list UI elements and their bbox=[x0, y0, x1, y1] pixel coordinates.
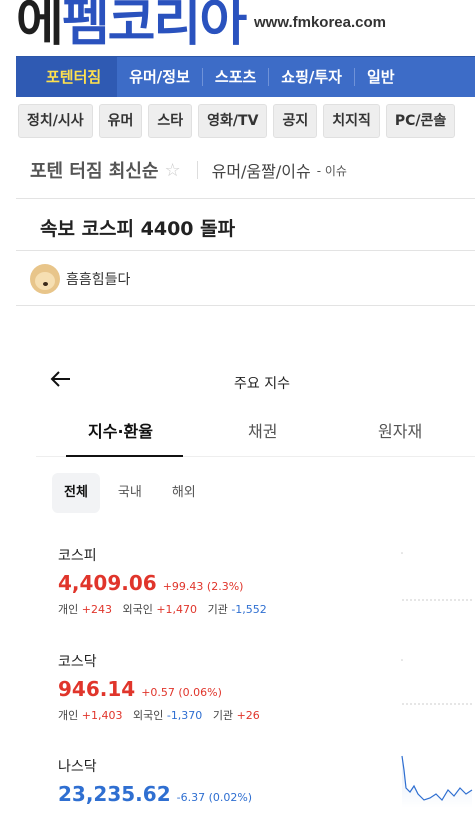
nav-item-shopping[interactable]: 쇼핑/투자 bbox=[269, 57, 354, 97]
index-name: 코스닥 bbox=[58, 654, 97, 670]
kosdaq-sparkline bbox=[401, 659, 473, 705]
logo-text-2: 펨코리아 bbox=[61, 0, 247, 53]
index-value-row: 4,409.06 +99.43 (2.3%) bbox=[58, 571, 458, 595]
subnav-notice[interactable]: 공지 bbox=[273, 104, 318, 138]
board-title[interactable]: 포텐 터짐 최신순 bbox=[30, 157, 158, 183]
site-header: 에펨코리아 www.fmkorea.com bbox=[0, 0, 475, 53]
author-name: 흠흠힘들다 bbox=[66, 272, 131, 288]
index-value: 23,235.62 bbox=[58, 782, 171, 806]
segment-overseas[interactable]: 해외 bbox=[160, 473, 208, 513]
index-change: +0.57 (0.06%) bbox=[141, 686, 222, 699]
investor-foreign: -1,370 bbox=[166, 709, 203, 722]
index-change: -6.37 (0.02%) bbox=[176, 791, 253, 804]
index-value-row: 23,235.62 -6.37 (0.02%) bbox=[58, 782, 458, 806]
investor-foreign: +1,470 bbox=[156, 603, 198, 616]
index-item-kosdaq[interactable]: 코스닥 946.14 +0.57 (0.06%) 개인 +1,403 외국인 -… bbox=[58, 651, 458, 723]
investor-label: 기관 bbox=[207, 603, 228, 616]
divider bbox=[16, 305, 475, 306]
investor-individual: +243 bbox=[81, 603, 112, 616]
subnav-movie-tv[interactable]: 영화/TV bbox=[198, 104, 268, 138]
index-name: 나스닥 bbox=[58, 759, 97, 775]
tab-bonds[interactable]: 채권 bbox=[248, 418, 277, 442]
post-author[interactable]: 흠흠힘들다 bbox=[30, 264, 130, 294]
site-url[interactable]: www.fmkorea.com bbox=[254, 14, 386, 31]
investor-institution: -1,552 bbox=[231, 603, 267, 616]
nav-item-sports[interactable]: 스포츠 bbox=[203, 57, 268, 97]
segment-domestic[interactable]: 국내 bbox=[106, 473, 154, 513]
divider bbox=[16, 250, 475, 251]
star-icon[interactable]: ☆ bbox=[164, 160, 180, 181]
logo-text-1: 에 bbox=[16, 0, 64, 53]
index-item-nasdaq[interactable]: 나스닥 23,235.62 -6.37 (0.02%) bbox=[58, 756, 458, 806]
embedded-screenshot: 주요 지수 지수·환율 채권 원자재 전체 국내 해외 코스피 4,409.06… bbox=[30, 360, 475, 821]
nav-item-poten[interactable]: 포텐터짐 bbox=[16, 57, 118, 97]
nasdaq-sparkline bbox=[401, 755, 473, 808]
investor-label: 기관 bbox=[212, 709, 234, 722]
board-subcategory: - 이슈 bbox=[316, 163, 347, 178]
tab-bar: 지수·환율 채권 원자재 bbox=[30, 418, 475, 458]
segment-control: 전체 국내 해외 bbox=[52, 473, 208, 513]
investor-label: 외국인 bbox=[132, 709, 164, 722]
avatar bbox=[30, 264, 60, 294]
app-title: 주요 지수 bbox=[234, 376, 290, 392]
index-investors: 개인 +243 외국인 +1,470 기관 -1,552 bbox=[58, 601, 458, 617]
tab-index-fx[interactable]: 지수·환율 bbox=[88, 418, 153, 442]
post-title: 속보 코스피 4400 돌파 bbox=[40, 218, 236, 240]
investor-label: 개인 bbox=[58, 603, 79, 616]
index-value-row: 946.14 +0.57 (0.06%) bbox=[58, 677, 458, 701]
site-logo[interactable]: 에펨코리아 bbox=[16, 0, 247, 55]
divider bbox=[16, 198, 475, 199]
index-item-kospi[interactable]: 코스피 4,409.06 +99.43 (2.3%) 개인 +243 외국인 +… bbox=[58, 545, 458, 617]
subnav-politics[interactable]: 정치/시사 bbox=[18, 104, 93, 138]
subnav-chzzk[interactable]: 치지직 bbox=[323, 104, 380, 138]
tab-active-indicator bbox=[66, 455, 183, 457]
index-value: 4,409.06 bbox=[58, 571, 157, 595]
investor-individual: +1,403 bbox=[81, 709, 123, 722]
index-value: 946.14 bbox=[58, 677, 136, 701]
board-category[interactable]: 유머/움짤/이슈 bbox=[212, 158, 311, 182]
segment-all[interactable]: 전체 bbox=[52, 473, 100, 513]
tab-commodities[interactable]: 원자재 bbox=[378, 418, 422, 442]
back-arrow-icon[interactable] bbox=[50, 368, 72, 396]
board-divider bbox=[196, 161, 198, 179]
investor-institution: +26 bbox=[236, 709, 260, 722]
nav-item-humor[interactable]: 유머/정보 bbox=[117, 57, 202, 97]
sub-nav: 정치/시사 유머 스타 영화/TV 공지 치지직 PC/콘솔 bbox=[18, 104, 475, 138]
subnav-pc-console[interactable]: PC/콘솔 bbox=[385, 104, 456, 138]
investor-label: 외국인 bbox=[122, 603, 153, 616]
kospi-sparkline bbox=[401, 552, 473, 601]
investor-label: 개인 bbox=[58, 709, 79, 722]
index-investors: 개인 +1,403 외국인 -1,370 기관 +26 bbox=[58, 707, 458, 723]
subnav-humor[interactable]: 유머 bbox=[98, 104, 143, 138]
subnav-star[interactable]: 스타 bbox=[148, 104, 193, 138]
index-name: 코스피 bbox=[58, 548, 97, 564]
nav-item-general[interactable]: 일반 bbox=[355, 57, 407, 97]
index-change: +99.43 (2.3%) bbox=[162, 580, 244, 593]
main-nav: 포텐터짐 유머/정보 스포츠 쇼핑/투자 일반 bbox=[16, 56, 475, 97]
board-header: 포텐 터짐 최신순 ☆ 유머/움짤/이슈 - 이슈 bbox=[30, 157, 347, 183]
